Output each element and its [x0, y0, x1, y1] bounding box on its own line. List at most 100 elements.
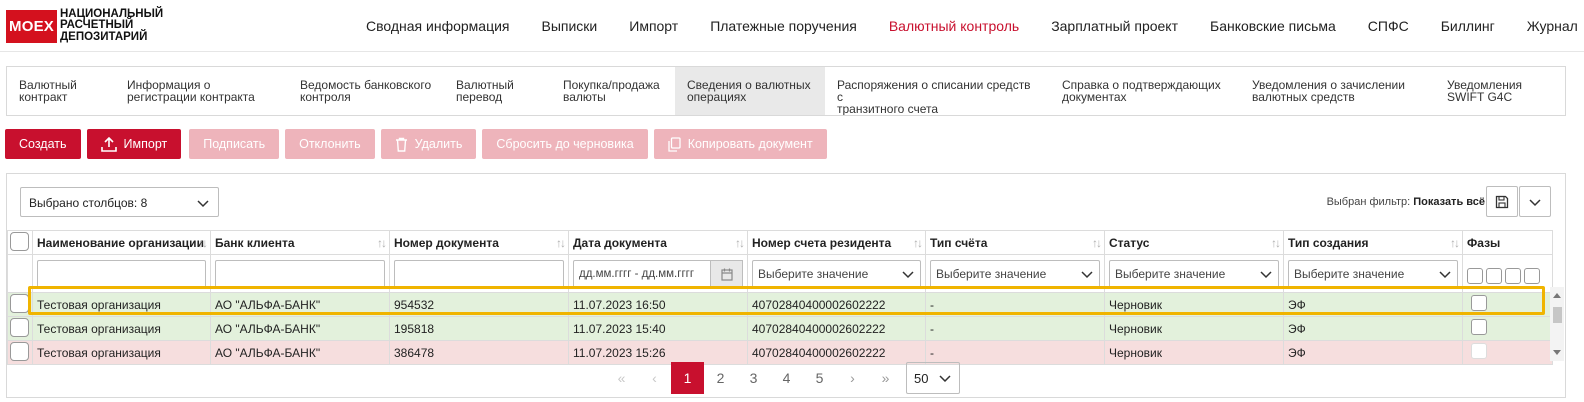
page-button-4[interactable]: 4	[770, 362, 803, 394]
filter-options-button[interactable]	[1519, 186, 1551, 217]
create-button[interactable]: Создать	[5, 129, 81, 159]
sort-icon[interactable]: ↑↓	[1271, 236, 1281, 250]
nav-payment-orders[interactable]: Платежные поручения	[694, 18, 873, 34]
page-button-3[interactable]: 3	[737, 362, 770, 394]
chevron-down-icon	[1081, 271, 1093, 279]
subtab-currency-operations-info[interactable]: Сведения о валютных операциях	[675, 67, 825, 115]
reject-button[interactable]: Отклонить	[285, 129, 375, 159]
subtab-supporting-docs-certificate[interactable]: Справка о подтверждающих документах	[1050, 67, 1240, 115]
subtab-swift-g4c-notices[interactable]: Уведомления SWIFT G4C	[1435, 67, 1565, 115]
filter-acctype-select[interactable]: Выберите значение	[930, 260, 1100, 288]
sort-icon[interactable]: ↑↓	[735, 236, 745, 250]
filter-bank-input[interactable]	[215, 260, 385, 288]
filter-account-select[interactable]: Выберите значение	[752, 260, 921, 288]
nav-salary-project[interactable]: Зарплатный проект	[1035, 18, 1194, 34]
sort-icon[interactable]: ↑↓	[1450, 236, 1460, 250]
header-docdate[interactable]: Дата документа ↑↓	[568, 230, 748, 255]
table-row[interactable]: Тестовая организация АО "АЛЬФА-БАНК" 954…	[7, 292, 1553, 317]
copy-document-button[interactable]: Копировать документ	[653, 129, 827, 159]
filter-cell-docdate: дд.мм.гггг - дд.мм.гггг	[568, 254, 748, 293]
nav-billing[interactable]: Биллинг	[1425, 18, 1511, 34]
header-label: Фазы	[1467, 235, 1501, 250]
moex-logo[interactable]: MOEX НАЦИОНАЛЬНЫЙ РАСЧЕТНЫЙ ДЕПОЗИТАРИЙ	[6, 8, 163, 44]
first-page-button[interactable]: «	[605, 362, 638, 394]
table-row[interactable]: Тестовая организация АО "АЛЬФА-БАНК" 195…	[7, 316, 1553, 341]
filter-docnum-input[interactable]	[394, 260, 564, 288]
header-acctype[interactable]: Тип счёта ↑↓	[925, 230, 1105, 255]
nav-bank-letters[interactable]: Банковские письма	[1194, 18, 1352, 34]
select-all-checkbox[interactable]	[10, 231, 29, 251]
pagination: « ‹ 1 2 3 4 5 › » 50	[605, 362, 960, 394]
save-filter-button[interactable]	[1486, 186, 1518, 217]
subtab-bank-control-sheet[interactable]: Ведомость банковского контроля	[288, 67, 444, 115]
filter-value: Показать всё	[1413, 196, 1485, 208]
table-filter-row: дд.мм.гггг - дд.мм.гггг Выберите значени…	[7, 254, 1553, 293]
delete-button[interactable]: Удалить	[380, 129, 477, 159]
header-account[interactable]: Номер счета резидента ↑↓	[747, 230, 926, 255]
nav-currency-control[interactable]: Валютный контроль	[873, 18, 1035, 34]
phase-filter-checkbox[interactable]	[1505, 268, 1521, 284]
cell-createtype: ЭФ	[1283, 340, 1463, 365]
scroll-up-icon[interactable]	[1552, 291, 1562, 299]
cell-org: Тестовая организация	[32, 316, 211, 341]
documents-table: Наименование организации ↑↓ Банк клиента ↑…	[7, 230, 1553, 365]
phase-filter-checkbox[interactable]	[1467, 268, 1483, 284]
header-label: Банк клиента	[215, 235, 295, 250]
subtab-currency-credit-notices[interactable]: Уведомления о зачислении валютных средств	[1240, 67, 1435, 115]
phase-checkbox[interactable]	[1471, 343, 1487, 359]
sort-icon[interactable]: ↑↓	[913, 236, 923, 250]
sort-icon[interactable]: ↑↓	[377, 236, 387, 250]
next-page-button[interactable]: ›	[836, 362, 869, 394]
cell-bank: АО "АЛЬФА-БАНК"	[210, 292, 390, 317]
header-createtype[interactable]: Тип создания ↑↓	[1283, 230, 1463, 255]
sort-icon[interactable]: ↑↓	[556, 236, 566, 250]
nav-statements[interactable]: Выписки	[526, 18, 614, 34]
row-checkbox[interactable]	[10, 341, 29, 361]
sort-icon[interactable]: ↑↓	[1092, 236, 1102, 250]
import-button[interactable]: Импорт	[86, 129, 182, 159]
subtab-currency-transfer[interactable]: Валютный перевод	[444, 67, 551, 115]
row-checkbox[interactable]	[10, 317, 29, 337]
header-bank[interactable]: Банк клиента ↑↓	[210, 230, 390, 255]
page-size-select[interactable]: 50	[906, 362, 960, 394]
nav-journal[interactable]: Журнал	[1511, 18, 1584, 34]
filter-status-select[interactable]: Выберите значение	[1109, 260, 1279, 288]
header-label: Тип счёта	[930, 235, 988, 250]
header-label: Номер счета резидента	[752, 235, 892, 250]
filter-org-input[interactable]	[37, 260, 206, 288]
header-docnum[interactable]: Номер документа ↑↓	[389, 230, 569, 255]
page-button-2[interactable]: 2	[704, 362, 737, 394]
scrollbar-thumb[interactable]	[1553, 307, 1562, 323]
cell-org: Тестовая организация	[32, 292, 211, 317]
subtab-currency-contract[interactable]: Валютный контракт	[7, 67, 115, 115]
subtab-contract-registration[interactable]: Информация о регистрации контракта	[115, 67, 288, 115]
header-org[interactable]: Наименование организации ↑↓	[32, 230, 211, 255]
reset-to-draft-button[interactable]: Сбросить до черновика	[482, 129, 648, 159]
cell-docnum: 386478	[389, 340, 569, 365]
sign-button[interactable]: Подписать	[189, 129, 280, 159]
last-page-button[interactable]: »	[869, 362, 902, 394]
phase-checkbox[interactable]	[1471, 319, 1487, 335]
table-row[interactable]: Тестовая организация АО "АЛЬФА-БАНК" 386…	[7, 340, 1553, 365]
filter-date-input[interactable]: дд.мм.гггг - дд.мм.гггг	[573, 260, 711, 288]
phase-filter-checkbox[interactable]	[1524, 268, 1540, 284]
subtab-transit-debit-orders[interactable]: Распоряжения о списании средств с транзит…	[825, 67, 1050, 115]
nav-summary[interactable]: Сводная информация	[350, 18, 526, 34]
page-button-1[interactable]: 1	[671, 362, 704, 394]
phase-checkbox[interactable]	[1471, 295, 1487, 311]
subtab-currency-buy-sell[interactable]: Покупка/продажа валюты	[551, 67, 675, 115]
column-selector-dropdown[interactable]: Выбрано столбцов: 8	[20, 187, 219, 217]
sort-icon[interactable]: ↑↓	[198, 236, 208, 250]
calendar-button[interactable]	[711, 260, 743, 288]
page-button-5[interactable]: 5	[803, 362, 836, 394]
prev-page-button[interactable]: ‹	[638, 362, 671, 394]
table-scrollbar[interactable]	[1550, 287, 1564, 361]
filter-createtype-select[interactable]: Выберите значение	[1288, 260, 1458, 288]
header-status[interactable]: Статус ↑↓	[1104, 230, 1284, 255]
cell-phases	[1462, 316, 1553, 341]
scroll-down-icon[interactable]	[1552, 349, 1562, 357]
nav-spfs[interactable]: СПФС	[1352, 18, 1425, 34]
row-checkbox[interactable]	[10, 293, 29, 313]
phase-filter-checkbox[interactable]	[1486, 268, 1502, 284]
nav-import[interactable]: Импорт	[613, 18, 694, 34]
